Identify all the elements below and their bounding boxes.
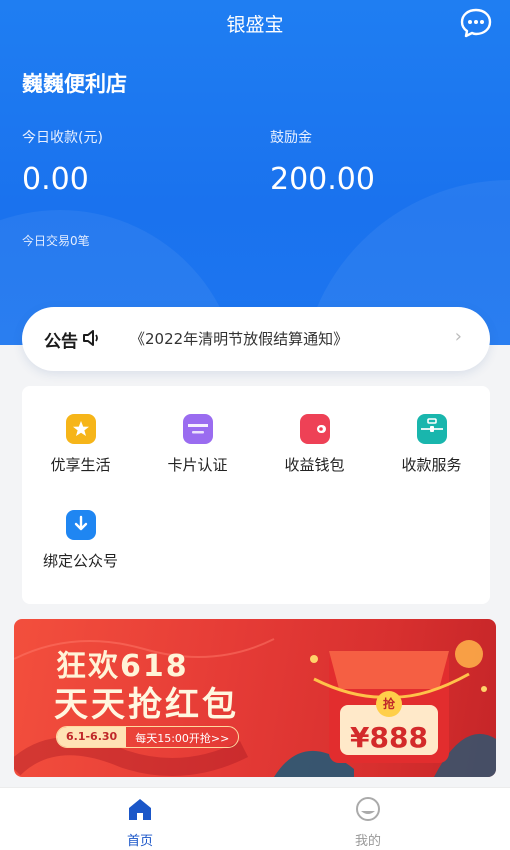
bonus-label: 鼓励金 [270,130,312,146]
menu-label: 优享生活 [50,456,111,474]
banner-date-pill: 6.1-6.30 每天15:00开抢>> [56,726,240,748]
tab-mine-label: 我的 [354,834,381,849]
today-income-value[interactable]: 0.00 [22,162,89,197]
menu-label: 绑定公众号 [42,552,118,570]
tab-home[interactable]: 首页 [80,796,200,849]
app-title: 银盛宝 [226,14,284,36]
chat-bubble-icon [460,8,492,38]
wallet-icon [299,414,330,444]
menu-item-bind-official-account[interactable]: 绑定公众号 [22,510,139,571]
banner-daily-start: 每天15:00开抢>> [135,732,230,745]
message-button[interactable] [460,8,492,38]
menu-item-earnings-wallet[interactable]: 收益钱包 [256,414,373,475]
header-banner: 银盛宝 巍巍便利店 今日收款(元) 0.00 鼓励金 200.00 今日交易0笔 [0,0,510,345]
notice-text[interactable]: 《2022年清明节放假结算通知》 [130,328,348,349]
menu-label: 卡片认证 [167,456,228,474]
menu-item-premium-life[interactable]: 优享生活 [22,414,139,475]
card-icon [182,414,213,444]
menu-label: 收款服务 [401,456,462,474]
grab-badge: 抢 [382,697,395,711]
promo-banner[interactable]: 狂欢618 天天抢红包 6.1-6.30 每天15:00开抢>> 抢 ¥888 [14,619,496,777]
banner-subheadline: 天天抢红包 [54,685,239,725]
menu-item-card-verify[interactable]: 卡片认证 [139,414,256,475]
service-menu: 优享生活 卡片认证 收益钱包 收款服务 绑定公众号 [22,386,490,604]
speaker-icon [83,330,98,346]
today-trade-count: 今日交易0笔 [22,234,90,248]
user-face-icon [356,797,380,821]
store-name: 巍巍便利店 [22,72,127,96]
tab-home-label: 首页 [126,834,153,849]
menu-label: 收益钱包 [284,456,345,474]
tab-mine[interactable]: 我的 [308,796,428,849]
bookmark-download-icon [65,510,96,540]
bottom-tab-bar: 首页 我的 [0,787,510,850]
today-income-label: 今日收款(元) [22,130,103,146]
banner-price: ¥888 [350,721,428,754]
banner-date-range: 6.1-6.30 [57,727,127,747]
chevron-right-icon: › [454,326,462,347]
star-badge-icon [65,414,96,444]
bonus-value[interactable]: 200.00 [270,162,375,197]
home-icon [129,799,151,820]
notice-tag: 公告 [44,332,78,352]
notice-bar[interactable]: 公告 《2022年清明节放假结算通知》 › [22,307,490,371]
briefcase-icon [416,414,447,444]
menu-item-payment-service[interactable]: 收款服务 [373,414,490,475]
